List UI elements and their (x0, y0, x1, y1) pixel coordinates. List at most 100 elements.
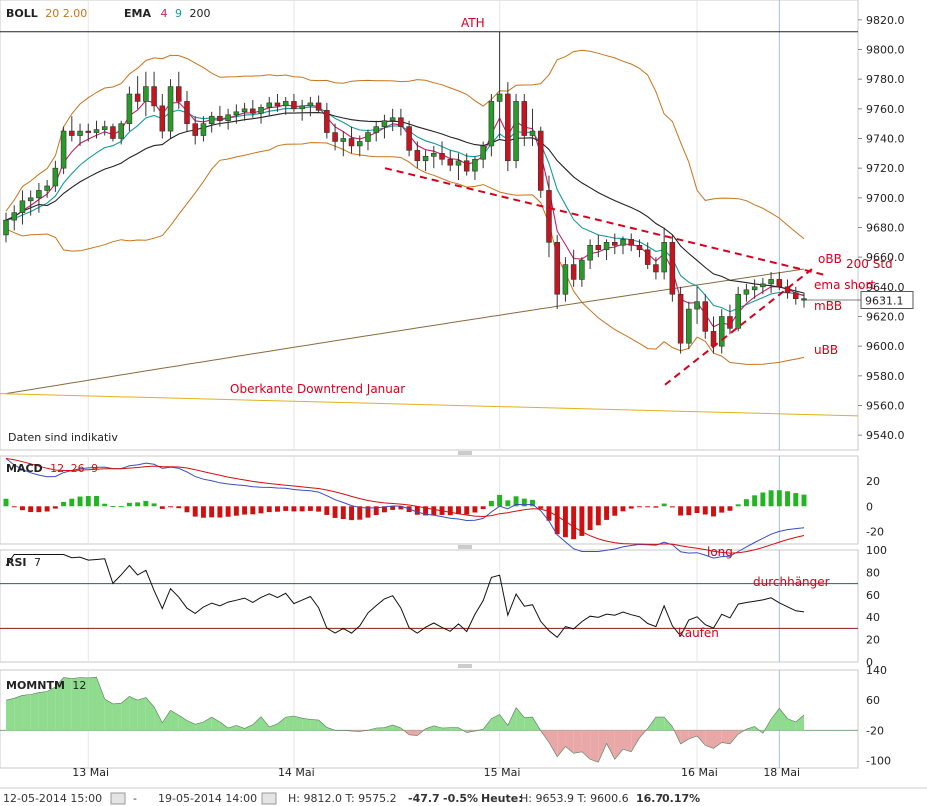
calendar-to-icon[interactable] (261, 792, 277, 805)
momentum-area-positive (524, 717, 533, 731)
macd-histogram-positive (785, 491, 791, 507)
macd-histogram-negative (258, 506, 264, 514)
splitter-handle[interactable] (458, 664, 472, 668)
candle-down (439, 153, 445, 160)
candle-down (677, 293, 684, 344)
macd-histogram-positive (488, 500, 494, 507)
momentum-area-positive (22, 694, 31, 731)
momentum-area-positive (655, 717, 665, 731)
macd-histogram-negative (571, 506, 577, 540)
footer-from-date: 12-05-2014 15:00 (3, 792, 102, 805)
x-tick-label: 18 Mai (763, 766, 800, 779)
macd-histogram-negative (192, 506, 198, 517)
y-tick-label: 40 (866, 611, 880, 624)
candle-down (776, 279, 783, 288)
splitter-handle[interactable] (458, 451, 472, 455)
candle-down (612, 242, 618, 246)
candle-down (274, 102, 281, 107)
candle-up (19, 200, 26, 213)
candle-down (595, 245, 602, 251)
x-tick-label: 15 Mai (484, 766, 521, 779)
macd-histogram-negative (266, 506, 272, 513)
macd-histogram-positive (793, 493, 799, 507)
splitter-handle[interactable] (458, 545, 472, 549)
candle-up (603, 242, 610, 251)
candle-down (463, 160, 470, 172)
y-tick-label: 9800.0 (866, 44, 905, 57)
momentum-area-negative (721, 730, 730, 744)
macd-histogram-negative (636, 506, 642, 508)
candle-down (151, 86, 157, 107)
y-tick-label: 9820.0 (866, 14, 905, 27)
candle-up (620, 239, 626, 246)
candle-up (760, 283, 766, 288)
macd-histogram-negative (628, 506, 634, 509)
y-tick-label: 60 (866, 694, 880, 707)
macd-histogram-negative (275, 506, 280, 512)
candle-up (11, 212, 17, 221)
macd-histogram-negative (653, 506, 659, 508)
calendar-from-icon[interactable] (110, 792, 126, 805)
macd-histogram-negative (307, 506, 313, 511)
macd-histogram-positive (801, 494, 807, 507)
candle-down (521, 101, 528, 136)
macd-histogram-negative (472, 506, 478, 513)
candle-up (241, 108, 248, 113)
candle-down (348, 138, 355, 147)
candle-up (340, 138, 347, 142)
candle-down (69, 130, 75, 136)
momentum-area-positive (104, 699, 113, 731)
macd-histogram-negative (390, 506, 396, 510)
candle-up (208, 115, 215, 124)
macd-histogram-negative (316, 506, 322, 512)
annotation-kaufen: kaufen (678, 626, 719, 640)
candle-up (579, 259, 585, 280)
candle-down (324, 110, 330, 133)
candle-up (488, 101, 495, 147)
candle-down (250, 108, 256, 114)
candle-down (554, 242, 560, 295)
candle-down (110, 126, 116, 139)
candle-up (389, 117, 396, 121)
y-tick-label: 100 (866, 544, 887, 557)
candle-down (291, 101, 297, 110)
macd-histogram-negative (176, 506, 182, 509)
macd-histogram-negative (686, 506, 692, 516)
candle-up (365, 132, 371, 142)
momentum-area-positive (30, 692, 39, 731)
candle-down (447, 158, 454, 166)
y-tick-label: -20 (866, 525, 884, 538)
macd-histogram-positive (151, 503, 157, 507)
candle-down (217, 115, 223, 121)
macd-histogram-negative (19, 506, 25, 511)
y-tick-label: 9780.0 (866, 73, 905, 86)
candle-down (653, 264, 659, 273)
macd-histogram-negative (200, 506, 206, 518)
candle-down (192, 123, 198, 136)
candle-up (661, 242, 667, 273)
y-tick-label: 9540.0 (866, 429, 905, 442)
macd-histogram-positive (752, 495, 758, 507)
candle-up (307, 102, 314, 107)
y-tick-label: 80 (866, 566, 880, 579)
y-tick-label: -20 (866, 724, 884, 737)
momentum-area-positive (6, 698, 15, 731)
candle-up (118, 123, 124, 139)
annotation-ath: ATH (461, 16, 485, 30)
macd-histogram-negative (538, 506, 544, 509)
y-tick-label: -100 (866, 754, 891, 767)
macd-histogram-positive (143, 500, 149, 507)
macd-histogram-negative (291, 506, 297, 512)
y-tick-label: 9700.0 (866, 192, 905, 205)
candle-down (332, 132, 338, 142)
macd-histogram-negative (669, 506, 675, 508)
candle-up (587, 245, 593, 261)
macd-histogram-positive (126, 502, 132, 507)
candle-up (381, 120, 388, 127)
candle-up (768, 279, 774, 285)
candle-up (258, 107, 264, 114)
candle-up (3, 219, 9, 236)
y-tick-label: 20 (866, 634, 880, 647)
footer-change-pct: -0.5% (443, 792, 478, 805)
annotation-durchhaenger: durchhänger (753, 575, 830, 589)
